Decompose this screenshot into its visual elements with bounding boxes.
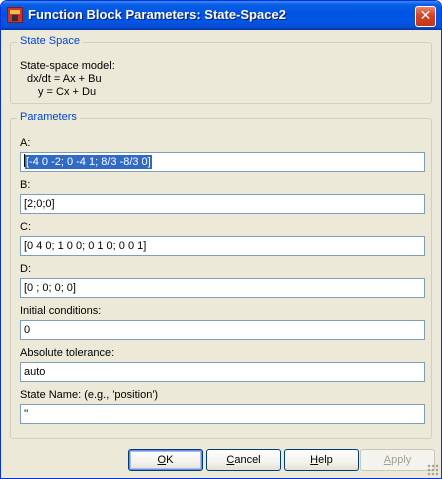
cancel-button[interactable]: Cancel [206,449,281,471]
matrix-b-input[interactable]: [2;0;0] [20,194,425,214]
parameters-legend: Parameters [17,111,80,123]
ok-button[interactable]: OK [128,449,203,471]
apply-label-rest: pply [391,454,412,466]
parameters-group: Parameters A: [-4 0 -2; 0 -4 1; 8/3 -8/3… [10,111,432,439]
help-mnemonic: H [310,454,319,466]
help-button[interactable]: Help [284,449,359,471]
field-label-state-name: State Name: (e.g., 'position') [20,389,159,401]
state-name-input[interactable]: '' [20,404,425,424]
matrix-a-value: [-4 0 -2; 0 -4 1; 8/3 -8/3 0] [25,155,152,169]
model-description-line-3: y = Cx + Du [38,86,97,98]
title-bar[interactable]: Function Block Parameters: State-Space2 … [1,1,441,30]
apply-button[interactable]: Apply [360,449,435,471]
field-label-b: B: [20,179,31,191]
dialog-window: Function Block Parameters: State-Space2 … [0,0,442,479]
matrix-c-input[interactable]: [0 4 0; 1 0 0; 0 1 0; 0 0 1] [20,236,425,256]
field-label-d: D: [20,263,31,275]
model-description-line-1: State-space model: [20,60,115,72]
initial-conditions-input[interactable]: 0 [20,320,425,340]
ok-mnemonic: O [157,454,167,466]
resize-grip-icon[interactable] [427,464,439,476]
matrix-a-input[interactable]: [-4 0 -2; 0 -4 1; 8/3 -8/3 0] [20,152,425,172]
simulink-app-icon [7,7,23,23]
state-space-group: State Space State-space model: dx/dt = A… [10,35,432,104]
model-description-line-2: dx/dt = Ax + Bu [27,73,102,85]
field-label-a: A: [20,137,31,149]
cancel-label-rest: ancel [234,454,261,466]
apply-mnemonic: A [383,454,392,466]
state-space-legend: State Space [17,35,83,47]
absolute-tolerance-input[interactable]: auto [20,362,425,382]
help-label-rest: elp [318,454,333,466]
field-label-initial-conditions: Initial conditions: [20,305,102,317]
field-label-absolute-tolerance: Absolute tolerance: [20,347,115,359]
field-label-c: C: [20,221,31,233]
window-title: Function Block Parameters: State-Space2 [28,7,286,22]
ok-label-rest: K [166,454,174,466]
close-button[interactable]: ✕ [415,6,436,27]
matrix-d-input[interactable]: [0 ; 0; 0; 0] [20,278,425,298]
